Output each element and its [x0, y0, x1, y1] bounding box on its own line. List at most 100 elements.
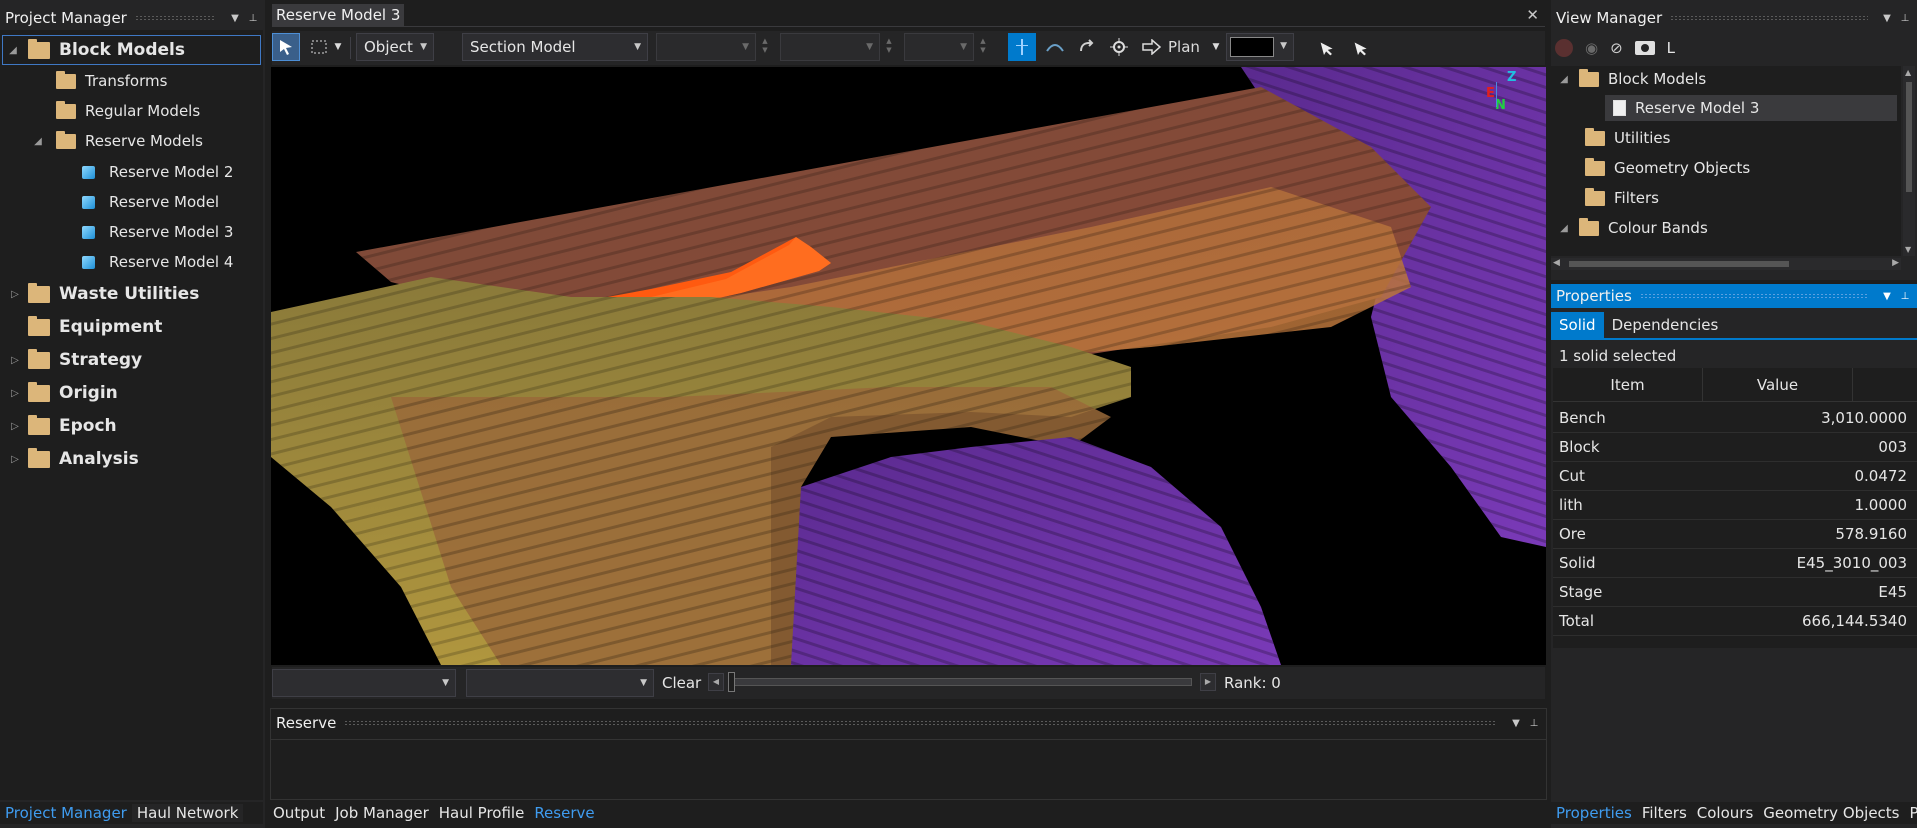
- tree-item-block-models[interactable]: ◢ Block Models: [6, 37, 185, 63]
- rank-slider-thumb[interactable]: [728, 672, 735, 692]
- pin-icon[interactable]: ⊥: [246, 13, 260, 24]
- view-tree-colour-bands[interactable]: ◢ Colour Bands: [1557, 215, 1708, 241]
- tab-geometry-objects[interactable]: Geometry Objects: [1758, 804, 1904, 822]
- expander-icon[interactable]: ▷: [8, 421, 22, 432]
- plan-view-button[interactable]: Plan: [1142, 33, 1216, 61]
- chevron-down-icon[interactable]: ▼: [1880, 13, 1894, 24]
- section-toggle-button[interactable]: [1008, 33, 1036, 61]
- orbit-button[interactable]: [1074, 33, 1100, 61]
- property-row[interactable]: Ore 578.9160: [1553, 520, 1917, 549]
- clip-button[interactable]: [1042, 33, 1068, 61]
- tree-item-reserve-model[interactable]: Reserve Model: [82, 189, 219, 215]
- expander-icon[interactable]: ▷: [8, 355, 22, 366]
- tab-reserve[interactable]: Reserve: [529, 804, 599, 822]
- chevron-down-icon[interactable]: ▼: [1509, 718, 1523, 729]
- scroll-right-icon[interactable]: ▶: [1200, 673, 1216, 691]
- expander-icon[interactable]: ◢: [1557, 74, 1571, 85]
- hide-icon[interactable]: ⊘: [1610, 39, 1623, 57]
- target-button[interactable]: [1106, 33, 1132, 61]
- document-tab[interactable]: Reserve Model 3: [272, 4, 405, 26]
- label-toggle[interactable]: L: [1667, 39, 1675, 57]
- marquee-dropdown-button[interactable]: ▼: [332, 33, 344, 61]
- tab-haul-profile[interactable]: Haul Profile: [434, 804, 530, 822]
- grip[interactable]: [344, 720, 1497, 726]
- tree-item-transforms[interactable]: Transforms: [56, 68, 167, 94]
- select-mode-combo[interactable]: Object ▼: [356, 33, 434, 61]
- section-spin-2[interactable]: ▼: [780, 33, 880, 61]
- marquee-select-button[interactable]: [308, 33, 330, 61]
- tab-solid[interactable]: Solid: [1551, 312, 1604, 338]
- property-row[interactable]: Cut 0.0472: [1553, 462, 1917, 491]
- chevron-down-icon[interactable]: ▼: [228, 13, 242, 24]
- view-tree-geometry-objects[interactable]: Geometry Objects: [1585, 155, 1750, 181]
- tab-filters[interactable]: Filters: [1637, 804, 1692, 822]
- tab-output[interactable]: Output: [268, 804, 330, 822]
- tree-item-analysis[interactable]: ▷ Analysis: [8, 446, 139, 472]
- close-icon[interactable]: ✕: [1526, 6, 1539, 24]
- camera-icon[interactable]: [1634, 41, 1655, 55]
- tab-dependencies[interactable]: Dependencies: [1604, 312, 1727, 338]
- view-tree-filters[interactable]: Filters: [1585, 185, 1659, 211]
- expander-icon[interactable]: ▷: [8, 388, 22, 399]
- chevron-right-icon[interactable]: ▶: [1892, 258, 1899, 268]
- column-item[interactable]: Item: [1553, 367, 1703, 402]
- spin-updown-1[interactable]: ▲ ▼: [760, 37, 770, 55]
- pin-icon[interactable]: ⊥: [1898, 291, 1912, 302]
- property-row[interactable]: Solid E45_3010_003: [1553, 549, 1917, 578]
- tab-properties[interactable]: Properties: [1551, 804, 1637, 822]
- select-pointer-button[interactable]: [272, 33, 300, 61]
- background-color-picker[interactable]: ▼: [1226, 33, 1294, 61]
- section-spin-1[interactable]: ▼: [656, 33, 756, 61]
- property-row[interactable]: Stage E45: [1553, 578, 1917, 607]
- grip[interactable]: [134, 15, 216, 21]
- tab-colours[interactable]: Colours: [1692, 804, 1758, 822]
- scroll-thumb[interactable]: [1906, 82, 1912, 192]
- tree-item-reserve-model-2[interactable]: Reserve Model 2: [82, 159, 233, 185]
- view-tree-reserve-model-3[interactable]: Reserve Model 3: [1605, 95, 1897, 121]
- footer-combo-2[interactable]: ▼: [466, 669, 654, 697]
- pick-button[interactable]: [1314, 33, 1340, 61]
- tree-item-regular-models[interactable]: Regular Models: [56, 98, 200, 124]
- view-tree-utilities[interactable]: Utilities: [1585, 125, 1670, 151]
- section-mode-combo[interactable]: Section Model ▼: [462, 33, 648, 61]
- expander-icon[interactable]: ◢: [31, 136, 45, 147]
- pin-icon[interactable]: ⊥: [1898, 13, 1912, 24]
- chevron-down-icon[interactable]: ▼: [1880, 291, 1894, 302]
- expander-icon[interactable]: ▷: [8, 454, 22, 465]
- spin-updown-3[interactable]: ▲ ▼: [978, 37, 988, 55]
- expander-icon[interactable]: ◢: [1557, 223, 1571, 234]
- tree-item-reserve-model-4[interactable]: Reserve Model 4: [82, 249, 233, 275]
- view-tree-hscrollbar[interactable]: ◀ ▶: [1551, 258, 1901, 270]
- scroll-left-icon[interactable]: ◀: [708, 673, 724, 691]
- tab-pivot[interactable]: Pivot: [1905, 804, 1917, 822]
- tree-item-reserve-model-3[interactable]: Reserve Model 3: [82, 219, 233, 245]
- section-spin-3[interactable]: ▼: [904, 33, 974, 61]
- eye-icon[interactable]: ◉: [1585, 39, 1598, 57]
- tab-job-manager[interactable]: Job Manager: [330, 804, 434, 822]
- property-row[interactable]: Bench 3,010.0000: [1553, 404, 1917, 433]
- chevron-left-icon[interactable]: ◀: [1553, 258, 1560, 268]
- grip[interactable]: [1639, 293, 1868, 299]
- expander-icon[interactable]: ◢: [6, 45, 20, 56]
- tree-item-waste-utilities[interactable]: ▷ Waste Utilities: [8, 281, 199, 307]
- tree-item-reserve-models[interactable]: ◢ Reserve Models: [31, 128, 203, 154]
- tab-project-manager[interactable]: Project Manager: [0, 804, 132, 822]
- pin-icon[interactable]: ⊥: [1527, 718, 1541, 729]
- scroll-thumb[interactable]: [1569, 261, 1789, 267]
- spin-updown-2[interactable]: ▲ ▼: [884, 37, 894, 55]
- property-row[interactable]: Total 666,144.5340: [1553, 607, 1917, 636]
- expander-icon[interactable]: ▷: [8, 289, 22, 300]
- view-tree-vscrollbar[interactable]: ▲ ▼: [1903, 66, 1915, 256]
- tree-item-origin[interactable]: ▷ Origin: [8, 380, 118, 406]
- rank-slider[interactable]: [732, 678, 1192, 686]
- tab-haul-network[interactable]: Haul Network: [131, 804, 244, 822]
- property-row[interactable]: Block 003: [1553, 433, 1917, 462]
- tree-item-strategy[interactable]: ▷ Strategy: [8, 347, 142, 373]
- tree-item-equipment[interactable]: Equipment: [28, 314, 162, 340]
- property-row[interactable]: lith 1.0000: [1553, 491, 1917, 520]
- column-value[interactable]: Value: [1703, 367, 1853, 402]
- pick-multi-button[interactable]: [1348, 33, 1374, 61]
- 3d-viewport[interactable]: Z E N: [271, 67, 1546, 665]
- render-sphere-icon[interactable]: [1555, 39, 1573, 57]
- chevron-down-icon[interactable]: ▼: [1905, 245, 1911, 254]
